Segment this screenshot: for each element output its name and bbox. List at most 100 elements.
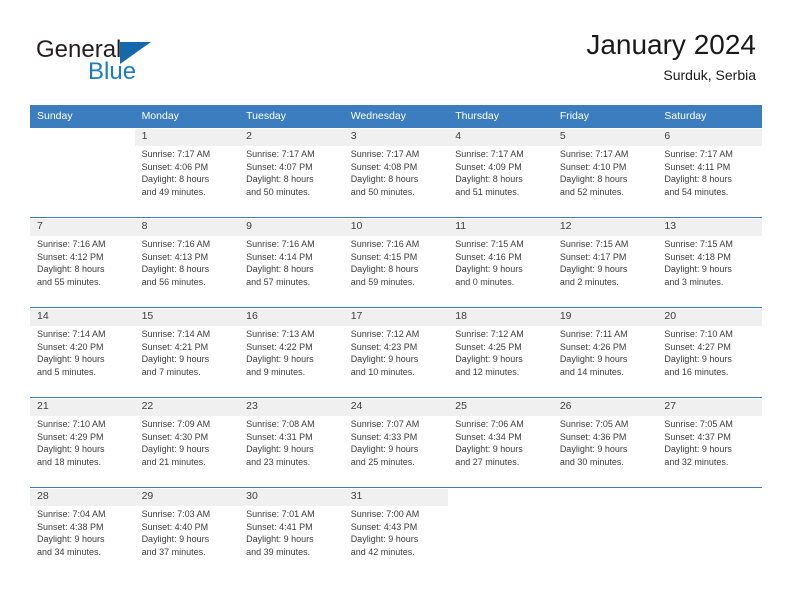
page-header: General Blue January 2024 Surduk, Serbia	[0, 0, 792, 104]
calendar-week-row: 1 Sunrise: 7:17 AM Sunset: 4:06 PM Daylight…	[30, 127, 762, 217]
calendar-cell-day[interactable]: 16 Sunrise: 7:13 AM Sunset: 4:22 PM Dayligh…	[239, 307, 344, 397]
day-number: 24	[350, 400, 363, 412]
calendar-cell-day[interactable]: 23 Sunrise: 7:08 AM Sunset: 4:31 PM Dayligh…	[239, 397, 344, 487]
daylight-text-line2: and 49 minutes.	[141, 186, 206, 197]
day-number: 16	[246, 310, 258, 322]
daylight-text-line1: Daylight: 9 hours	[350, 354, 419, 365]
daylight-text-line1: Daylight: 9 hours	[350, 534, 419, 545]
daylight-text-line1: Daylight: 9 hours	[664, 264, 732, 275]
calendar-cell-day[interactable]: 7 Sunrise: 7:16 AM Sunset: 4:12 PM Daylight…	[30, 217, 135, 307]
calendar-cell-empty	[552, 487, 658, 577]
daylight-text-line1: Daylight: 9 hours	[37, 354, 105, 365]
daylight-text-line2: and 5 minutes.	[37, 366, 97, 377]
day-cell: 2 Sunrise: 7:17 AM Sunset: 4:07 PM Daylight…	[239, 127, 344, 217]
calendar-cell-day[interactable]: 2 Sunrise: 7:17 AM Sunset: 4:07 PM Daylight…	[239, 127, 344, 217]
calendar-cell-day[interactable]: 20 Sunrise: 7:10 AM Sunset: 4:27 PM Dayligh…	[657, 307, 762, 397]
calendar-cell-day[interactable]: 21 Sunrise: 7:10 AM Sunset: 4:29 PM Dayligh…	[30, 397, 135, 487]
calendar-cell-day[interactable]: 12 Sunrise: 7:15 AM Sunset: 4:17 PM Dayligh…	[552, 217, 658, 307]
general-blue-logo[interactable]: General Blue	[36, 36, 266, 88]
calendar-cell-day[interactable]: 13 Sunrise: 7:15 AM Sunset: 4:18 PM Dayligh…	[657, 217, 762, 307]
day-cell: 22 Sunrise: 7:09 AM Sunset: 4:30 PM Dayligh…	[134, 397, 240, 487]
calendar-cell-day[interactable]: 11 Sunrise: 7:15 AM Sunset: 4:16 PM Dayligh…	[448, 217, 553, 307]
day-sun-info: Sunrise: 7:16 AM Sunset: 4:12 PM Daylight:…	[37, 238, 128, 288]
daylight-text-line2: and 23 minutes.	[246, 456, 311, 467]
day-number: 22	[141, 400, 154, 412]
day-sun-info: Sunrise: 7:12 AM Sunset: 4:25 PM Daylight:…	[455, 328, 546, 378]
day-number: 4	[455, 130, 462, 142]
daylight-text-line1: Daylight: 9 hours	[455, 264, 523, 275]
calendar-cell-day[interactable]: 28 Sunrise: 7:04 AM Sunset: 4:38 PM Dayligh…	[30, 487, 135, 577]
daylight-text-line2: and 25 minutes.	[350, 456, 415, 467]
calendar-cell-day[interactable]: 31 Sunrise: 7:00 AM Sunset: 4:43 PM Dayligh…	[343, 487, 449, 577]
weekday-header-thursday: Thursday	[448, 105, 553, 127]
day-number: 2	[246, 130, 252, 142]
calendar-cell-day[interactable]: 10 Sunrise: 7:16 AM Sunset: 4:15 PM Dayligh…	[343, 217, 449, 307]
calendar-cell-day[interactable]: 18 Sunrise: 7:12 AM Sunset: 4:25 PM Dayligh…	[448, 307, 553, 397]
calendar-cell-day[interactable]: 22 Sunrise: 7:09 AM Sunset: 4:30 PM Dayligh…	[134, 397, 240, 487]
day-sun-info: Sunrise: 7:16 AM Sunset: 4:14 PM Daylight:…	[246, 238, 337, 288]
sunset-text: Sunset: 4:08 PM	[350, 161, 418, 172]
calendar-cell-day[interactable]: 9 Sunrise: 7:16 AM Sunset: 4:14 PM Daylight…	[239, 217, 344, 307]
sunrise-text: Sunrise: 7:06 AM	[455, 419, 524, 429]
calendar-cell-day[interactable]: 24 Sunrise: 7:07 AM Sunset: 4:33 PM Dayligh…	[343, 397, 449, 487]
day-cell: 7 Sunrise: 7:16 AM Sunset: 4:12 PM Daylight…	[30, 217, 135, 307]
calendar-cell-day[interactable]: 30 Sunrise: 7:01 AM Sunset: 4:41 PM Dayligh…	[239, 487, 344, 577]
daylight-text-line2: and 32 minutes.	[664, 456, 729, 467]
sunrise-text: Sunrise: 7:17 AM	[350, 149, 420, 159]
calendar-cell-day[interactable]: 19 Sunrise: 7:11 AM Sunset: 4:26 PM Dayligh…	[552, 307, 658, 397]
sunrise-text: Sunrise: 7:16 AM	[350, 239, 420, 249]
day-cell: 26 Sunrise: 7:05 AM Sunset: 4:36 PM Dayligh…	[552, 397, 658, 487]
day-cell: 25 Sunrise: 7:06 AM Sunset: 4:34 PM Dayligh…	[448, 397, 553, 487]
day-sun-info: Sunrise: 7:09 AM Sunset: 4:30 PM Daylight:…	[142, 418, 233, 468]
day-number: 5	[559, 130, 566, 142]
calendar-cell-day[interactable]: 27 Sunrise: 7:05 AM Sunset: 4:37 PM Dayligh…	[657, 397, 762, 487]
day-sun-info: Sunrise: 7:07 AM Sunset: 4:33 PM Daylight:…	[351, 418, 442, 468]
daylight-text-line2: and 56 minutes.	[141, 276, 206, 287]
daylight-text-line2: and 37 minutes.	[141, 546, 206, 557]
calendar-cell-day[interactable]: 1 Sunrise: 7:17 AM Sunset: 4:06 PM Daylight…	[134, 127, 240, 217]
sunset-text: Sunset: 4:16 PM	[455, 251, 522, 262]
daylight-text-line1: Daylight: 8 hours	[246, 264, 314, 275]
calendar-cell-day[interactable]: 25 Sunrise: 7:06 AM Sunset: 4:34 PM Dayligh…	[448, 397, 553, 487]
day-sun-info: Sunrise: 7:05 AM Sunset: 4:37 PM Daylight:…	[664, 418, 755, 468]
sunrise-text: Sunrise: 7:13 AM	[246, 329, 315, 339]
calendar-cell-day[interactable]: 4 Sunrise: 7:17 AM Sunset: 4:09 PM Daylight…	[448, 127, 553, 217]
day-number: 12	[559, 220, 572, 232]
day-cell: 17 Sunrise: 7:12 AM Sunset: 4:23 PM Dayligh…	[343, 307, 449, 397]
day-cell: 14 Sunrise: 7:14 AM Sunset: 4:20 PM Dayligh…	[30, 307, 135, 397]
sunrise-text: Sunrise: 7:12 AM	[455, 329, 524, 339]
calendar-week-row: 7 Sunrise: 7:16 AM Sunset: 4:12 PM Daylight…	[30, 217, 762, 307]
day-sun-info: Sunrise: 7:17 AM Sunset: 4:09 PM Daylight:…	[455, 148, 546, 198]
calendar-cell-day[interactable]: 8 Sunrise: 7:16 AM Sunset: 4:13 PM Daylight…	[134, 217, 240, 307]
calendar-week-row: 21 Sunrise: 7:10 AM Sunset: 4:29 PM Dayligh…	[30, 397, 762, 487]
day-cell: 23 Sunrise: 7:08 AM Sunset: 4:31 PM Dayligh…	[239, 397, 344, 487]
day-sun-info: Sunrise: 7:04 AM Sunset: 4:38 PM Daylight:…	[37, 508, 128, 558]
calendar-cell-day[interactable]: 29 Sunrise: 7:03 AM Sunset: 4:40 PM Dayligh…	[134, 487, 240, 577]
calendar-cell-day[interactable]: 17 Sunrise: 7:12 AM Sunset: 4:23 PM Dayligh…	[343, 307, 449, 397]
day-cell: 21 Sunrise: 7:10 AM Sunset: 4:29 PM Dayligh…	[30, 397, 135, 487]
daylight-text-line1: Daylight: 8 hours	[141, 174, 210, 185]
weekday-header-friday: Friday	[552, 105, 658, 127]
calendar-cell-day[interactable]: 15 Sunrise: 7:14 AM Sunset: 4:21 PM Dayligh…	[134, 307, 240, 397]
daylight-text-line2: and 14 minutes.	[559, 366, 624, 377]
sunrise-text: Sunrise: 7:15 AM	[455, 239, 524, 249]
day-cell: 16 Sunrise: 7:13 AM Sunset: 4:22 PM Dayligh…	[239, 307, 344, 397]
daylight-text-line1: Daylight: 9 hours	[455, 444, 523, 455]
logo-text-blue: Blue	[88, 58, 137, 85]
sunset-text: Sunset: 4:14 PM	[246, 251, 313, 262]
day-cell	[448, 487, 553, 577]
day-sun-info: Sunrise: 7:05 AM Sunset: 4:36 PM Daylight:…	[560, 418, 651, 468]
sunset-text: Sunset: 4:09 PM	[455, 161, 522, 172]
daylight-text-line2: and 39 minutes.	[246, 546, 311, 557]
daylight-text-line1: Daylight: 8 hours	[37, 264, 105, 275]
calendar-cell-day[interactable]: 5 Sunrise: 7:17 AM Sunset: 4:10 PM Daylight…	[552, 127, 658, 217]
calendar-cell-day[interactable]: 14 Sunrise: 7:14 AM Sunset: 4:20 PM Dayligh…	[30, 307, 135, 397]
calendar-cell-day[interactable]: 6 Sunrise: 7:17 AM Sunset: 4:11 PM Daylight…	[657, 127, 762, 217]
daylight-text-line2: and 10 minutes.	[350, 366, 415, 377]
calendar-cell-day[interactable]: 3 Sunrise: 7:17 AM Sunset: 4:08 PM Daylight…	[343, 127, 449, 217]
daylight-text-line1: Daylight: 9 hours	[246, 534, 314, 545]
calendar-cell-day[interactable]: 26 Sunrise: 7:05 AM Sunset: 4:36 PM Dayligh…	[552, 397, 658, 487]
day-cell: 29 Sunrise: 7:03 AM Sunset: 4:40 PM Dayligh…	[134, 487, 240, 577]
sunrise-text: Sunrise: 7:14 AM	[37, 329, 106, 339]
daylight-text-line2: and 9 minutes.	[246, 366, 306, 377]
